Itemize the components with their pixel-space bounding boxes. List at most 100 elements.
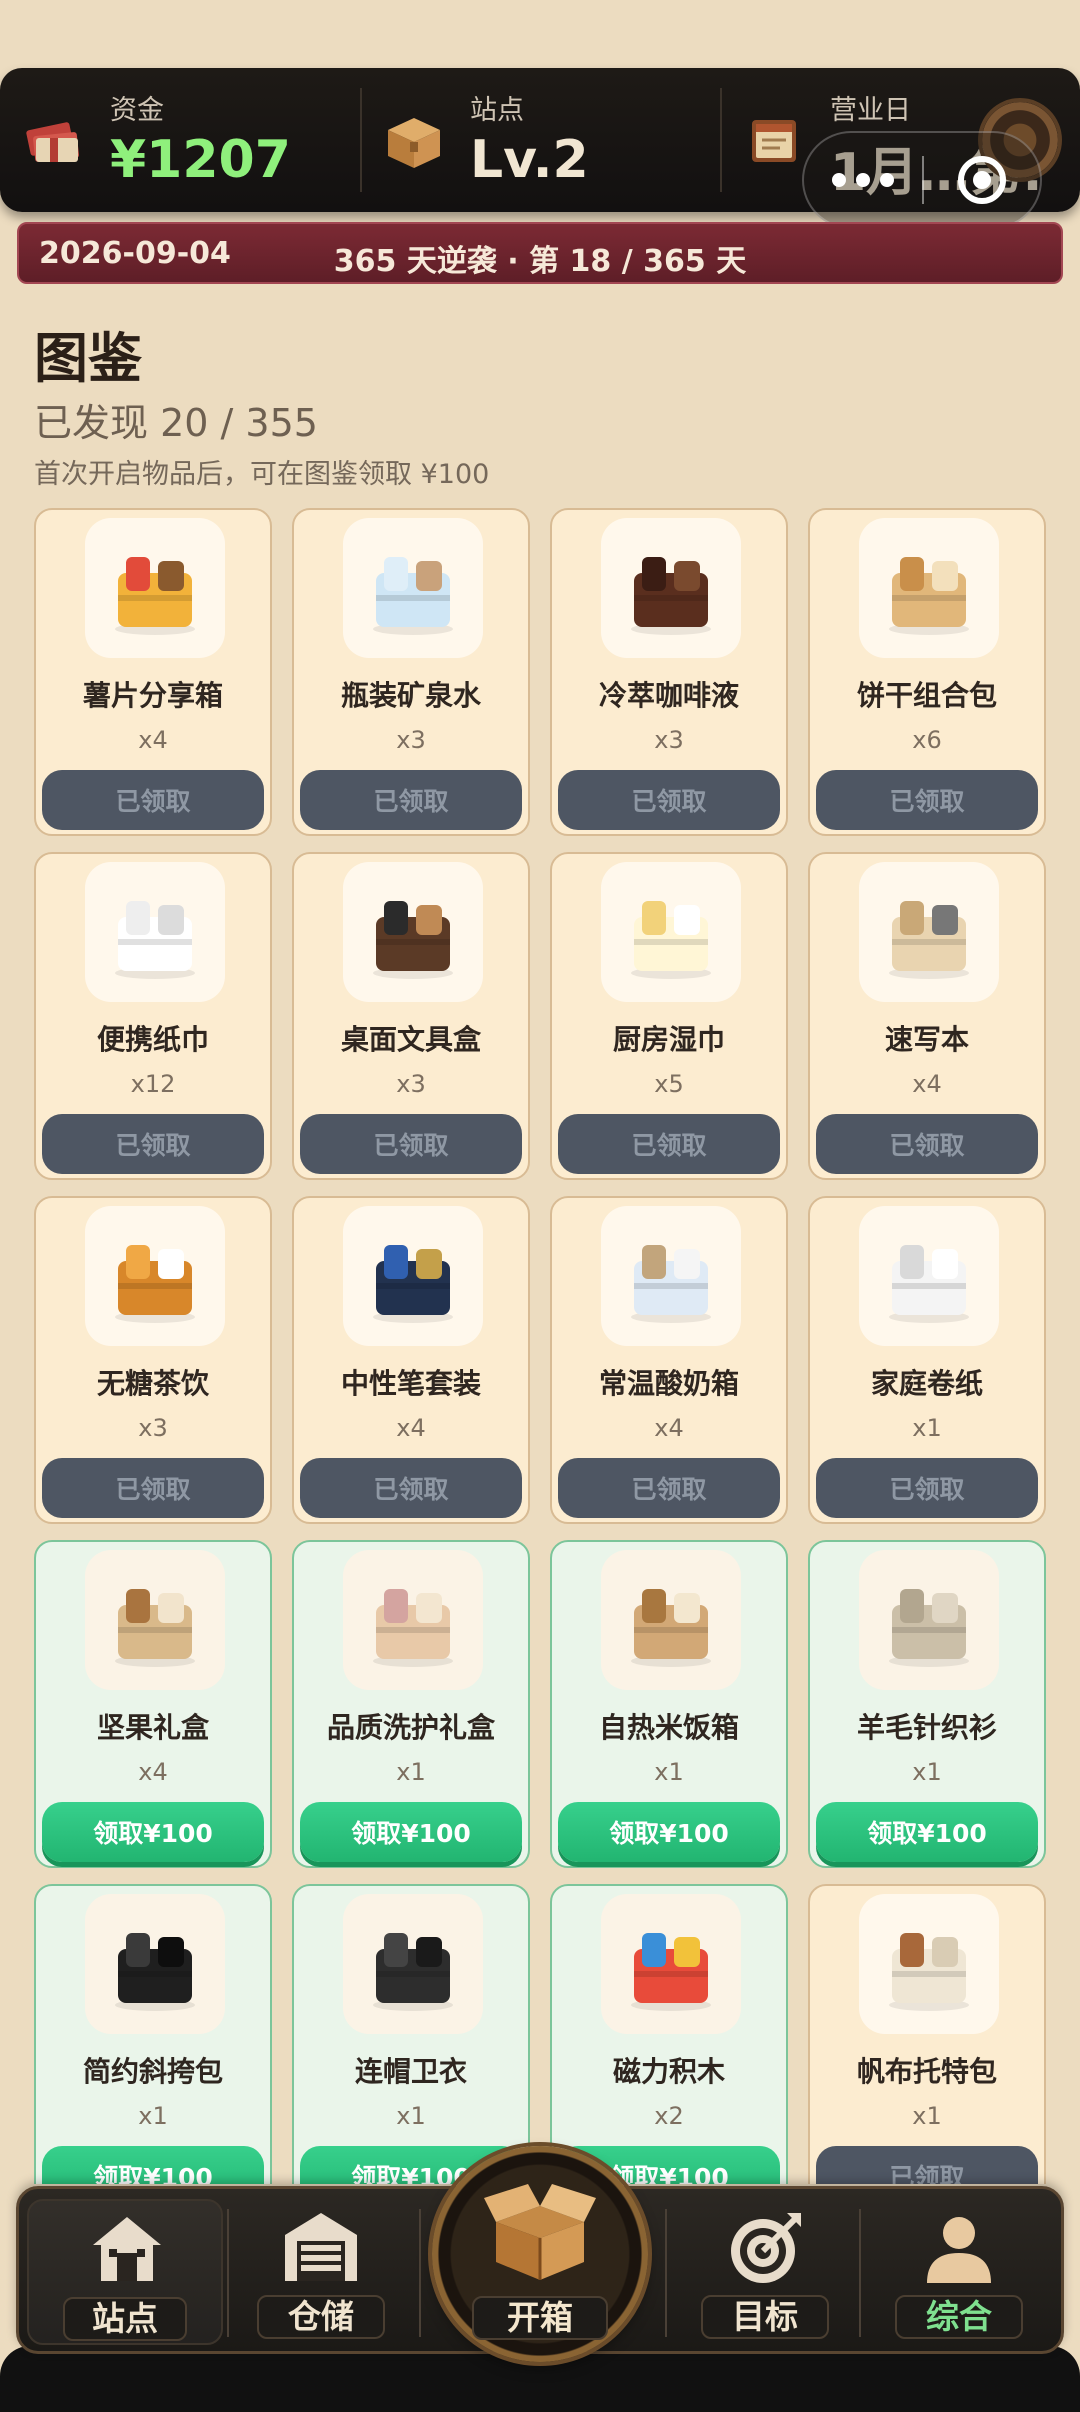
collection-card: 自热米饭箱 x1 领取¥100 xyxy=(550,1540,788,1868)
claim-reward-button[interactable]: 领取¥100 xyxy=(300,1802,522,1862)
claimed-button: 已领取 xyxy=(300,1458,522,1518)
toiletries-gift-icon xyxy=(343,1550,483,1690)
item-name: 无糖茶饮 xyxy=(96,1367,209,1400)
collection-grid: 薯片分享箱 x4 已领取 瓶装矿泉水 x3 已领取 冷萃咖啡液 x3 已领取 饼干组合包 x6 已领取… xyxy=(34,508,1046,2184)
claimed-button: 已领取 xyxy=(558,1458,780,1518)
item-quantity: x1 xyxy=(396,1758,426,1786)
collection-card: 无糖茶饮 x3 已领取 xyxy=(34,1196,272,1524)
item-quantity: x4 xyxy=(396,1414,426,1442)
item-name: 饼干组合包 xyxy=(856,679,997,712)
item-name: 常温酸奶箱 xyxy=(598,1367,739,1400)
item-name: 便携纸巾 xyxy=(96,1023,209,1056)
claim-reward-button[interactable]: 领取¥100 xyxy=(816,1802,1038,1862)
close-target-icon xyxy=(957,156,1006,204)
item-name: 品质洗护礼盒 xyxy=(326,1711,495,1744)
claimed-button: 已领取 xyxy=(558,770,780,830)
toilet-rolls-icon xyxy=(859,1206,999,1346)
item-name: 帆布托特包 xyxy=(856,2055,997,2088)
claimed-button: 已领取 xyxy=(42,770,264,830)
collection-card: 羊毛针织衫 x1 领取¥100 xyxy=(808,1540,1046,1868)
claimed-button: 已领取 xyxy=(816,1458,1038,1518)
collection-card: 厨房湿巾 x5 已领取 xyxy=(550,852,788,1180)
coffee-bottle-icon xyxy=(601,518,741,658)
item-name: 自热米饭箱 xyxy=(598,1711,739,1744)
nav-goals-label: 目标 xyxy=(701,2295,829,2339)
collection-card: 磁力积木 x2 领取¥100 xyxy=(550,1884,788,2184)
nav-overview[interactable]: 综合 xyxy=(861,2199,1057,2345)
collection-card: 连帽卫衣 x1 领取¥100 xyxy=(292,1884,530,2184)
collection-card: 家庭卷纸 x1 已领取 xyxy=(808,1196,1046,1524)
nav-divider xyxy=(419,2209,421,2337)
more-menu-button[interactable] xyxy=(804,133,922,227)
tea-bottles-icon xyxy=(85,1206,225,1346)
close-mini-program-button[interactable] xyxy=(924,133,1040,227)
nav-overview-label: 综合 xyxy=(895,2295,1023,2339)
item-name: 连帽卫衣 xyxy=(354,2055,467,2088)
funds-value: ¥1207 xyxy=(110,130,291,190)
item-quantity: x1 xyxy=(138,2102,168,2130)
funds-panel: 资金 ¥1207 xyxy=(0,68,360,212)
date-banner: 2026-09-04 365 天逆袭 · 第 18 / 365 天 xyxy=(17,222,1063,284)
cardboard-box-icon xyxy=(388,118,440,168)
stationery-holder-icon xyxy=(343,862,483,1002)
item-name: 磁力积木 xyxy=(612,2055,725,2088)
calendar-book-icon xyxy=(752,120,796,162)
claimed-button: 已领取 xyxy=(816,2146,1038,2184)
water-bottles-icon xyxy=(343,518,483,658)
target-icon xyxy=(731,2213,801,2283)
mini-program-capsule xyxy=(802,131,1042,229)
collection-card: 常温酸奶箱 x4 已领取 xyxy=(550,1196,788,1524)
claim-reward-button[interactable]: 领取¥100 xyxy=(558,1802,780,1862)
item-quantity: x2 xyxy=(654,2102,684,2130)
business-day-label: 营业日 xyxy=(830,95,911,126)
funds-label: 资金 xyxy=(110,95,164,126)
claim-reward-button[interactable]: 领取¥100 xyxy=(42,2146,264,2184)
item-quantity: x4 xyxy=(138,1758,168,1786)
item-name: 坚果礼盒 xyxy=(96,1711,209,1744)
open-box-icon xyxy=(484,2184,596,2280)
collection-card: 坚果礼盒 x4 领取¥100 xyxy=(34,1540,272,1868)
sketchbook-icon xyxy=(859,862,999,1002)
station-label: 站点 xyxy=(470,95,524,126)
nav-warehouse[interactable]: 仓储 xyxy=(223,2199,419,2345)
tote-bag-icon xyxy=(859,1894,999,2034)
house-icon xyxy=(93,2217,161,2281)
challenge-progress: 365 天逆袭 · 第 18 / 365 天 xyxy=(333,244,747,279)
item-name: 桌面文具盒 xyxy=(340,1023,481,1056)
item-name: 简约斜挎包 xyxy=(82,2055,223,2088)
collection-card: 冷萃咖啡液 x3 已领取 xyxy=(550,508,788,836)
item-quantity: x1 xyxy=(912,1414,942,1442)
claim-reward-button[interactable]: 领取¥100 xyxy=(42,1802,264,1862)
nav-station[interactable]: 站点 xyxy=(27,2199,223,2345)
claimed-button: 已领取 xyxy=(42,1458,264,1518)
discovered-count: 已发现 20 / 355 xyxy=(34,401,318,445)
collection-card: 薯片分享箱 x4 已领取 xyxy=(34,508,272,836)
item-quantity: x1 xyxy=(912,1758,942,1786)
item-quantity: x1 xyxy=(396,2102,426,2130)
nav-goals[interactable]: 目标 xyxy=(667,2199,863,2345)
collection-card: 帆布托特包 x1 已领取 xyxy=(808,1884,1046,2184)
item-name: 厨房湿巾 xyxy=(612,1023,725,1056)
item-quantity: x6 xyxy=(912,726,942,754)
open-box-button[interactable]: 开箱 xyxy=(432,2146,648,2362)
claimed-button: 已领取 xyxy=(558,1114,780,1174)
page-title: 图鉴 xyxy=(34,327,142,390)
item-name: 速写本 xyxy=(884,1023,969,1056)
station-panel: 站点 Lv.2 xyxy=(360,68,720,212)
collection-card: 饼干组合包 x6 已领取 xyxy=(808,508,1046,836)
item-name: 薯片分享箱 xyxy=(82,679,223,712)
nav-station-label: 站点 xyxy=(63,2297,187,2341)
item-quantity: x3 xyxy=(654,726,684,754)
item-name: 羊毛针织衫 xyxy=(856,1711,997,1744)
person-icon xyxy=(927,2217,991,2283)
cookies-icon xyxy=(859,518,999,658)
warehouse-icon xyxy=(285,2213,357,2281)
item-name: 冷萃咖啡液 xyxy=(598,679,739,712)
collection-card: 瓶装矿泉水 x3 已领取 xyxy=(292,508,530,836)
cash-stack-icon xyxy=(26,122,79,162)
item-name: 瓶装矿泉水 xyxy=(340,679,481,712)
item-quantity: x12 xyxy=(130,1070,176,1098)
claimed-button: 已领取 xyxy=(816,770,1038,830)
nav-warehouse-label: 仓储 xyxy=(257,2295,385,2339)
open-box-label: 开箱 xyxy=(472,2296,608,2340)
